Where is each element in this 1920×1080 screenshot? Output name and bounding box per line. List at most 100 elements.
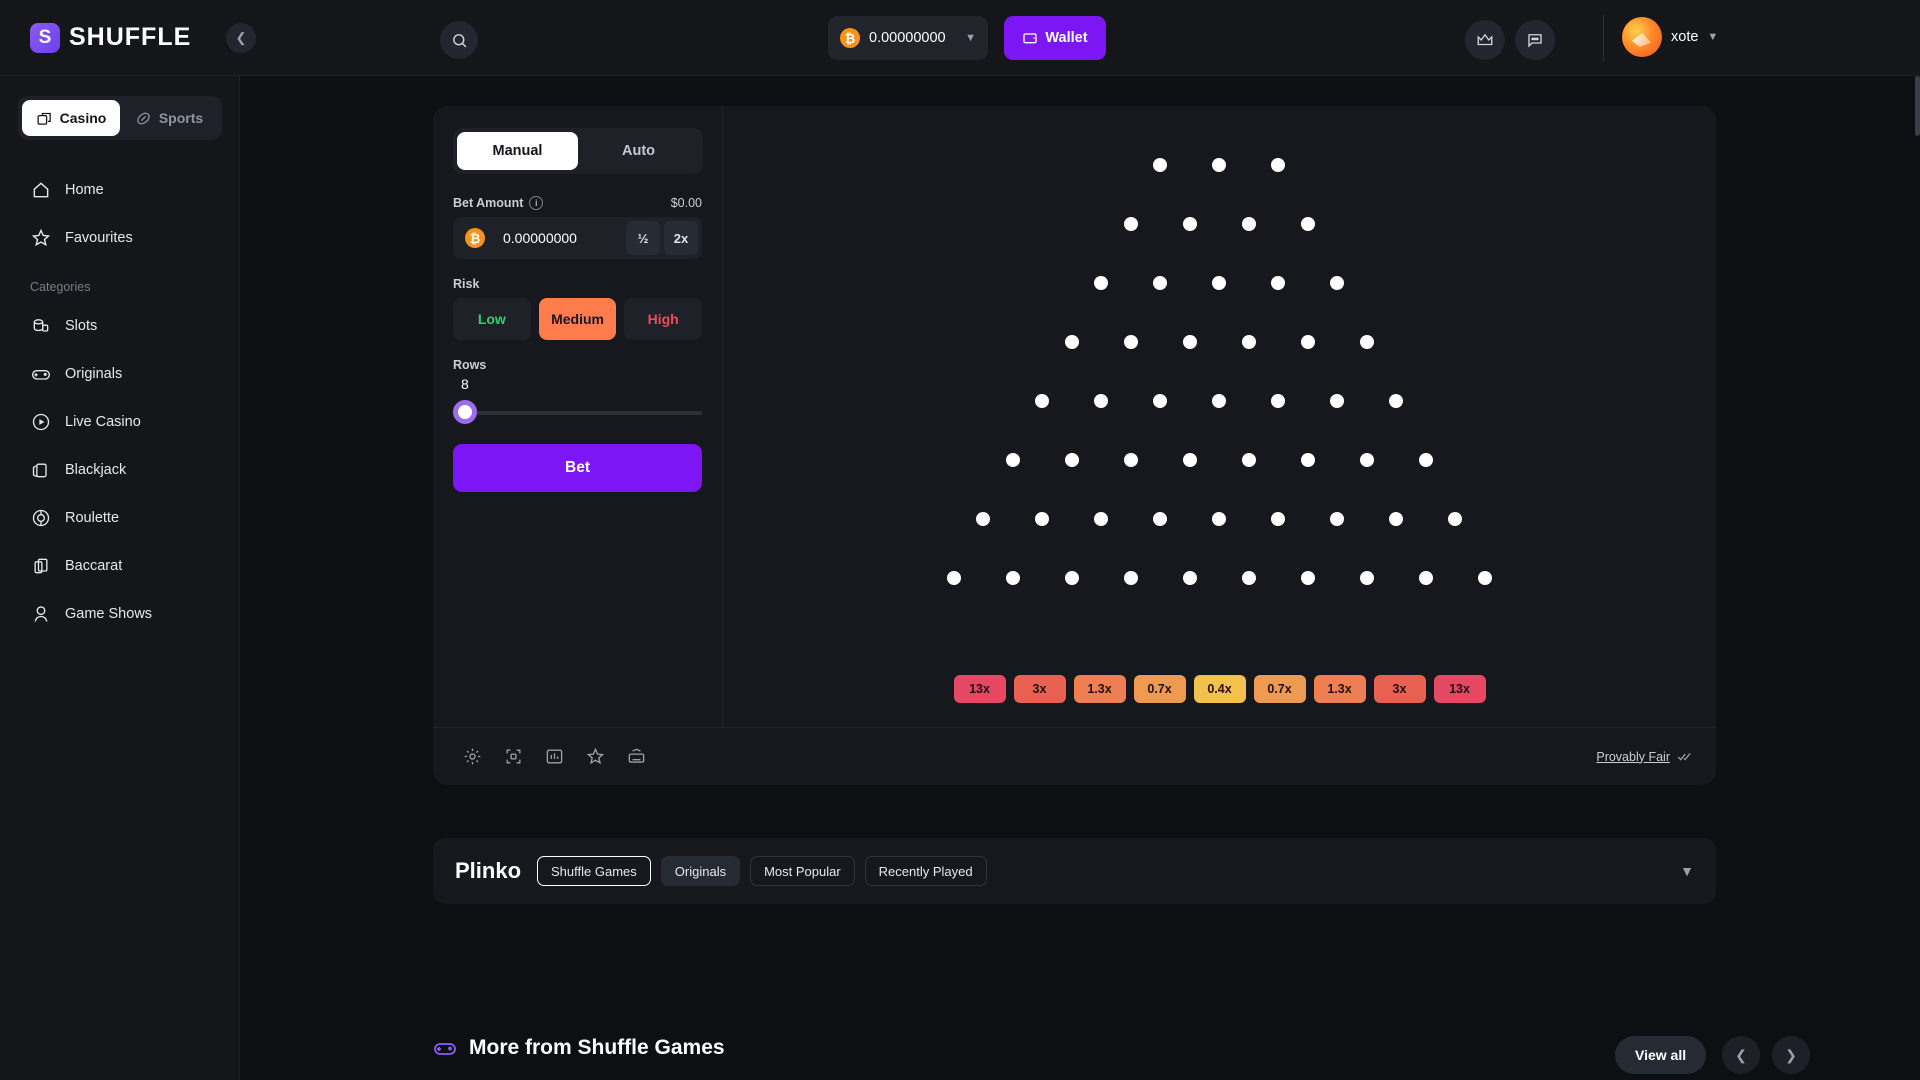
vip-crown-button[interactable] [1465, 20, 1505, 60]
section-title: More from Shuffle Games [469, 1036, 725, 1060]
host-icon [30, 604, 51, 625]
page-scrollbar[interactable] [1915, 76, 1920, 136]
sidebar-item-baccarat[interactable]: Baccarat [18, 542, 221, 590]
multiplier-bucket[interactable]: 1.3x [1314, 675, 1366, 703]
sidebar-item-live-casino[interactable]: Live Casino [18, 398, 221, 446]
risk-low-button[interactable]: Low [453, 298, 531, 340]
tab-auto[interactable]: Auto [578, 132, 699, 170]
view-all-button[interactable]: View all [1615, 1036, 1706, 1074]
bet-amount-text: Bet Amount [453, 196, 523, 210]
info-icon[interactable]: i [529, 196, 543, 210]
gear-icon[interactable] [463, 747, 482, 766]
provably-fair-label: Provably Fair [1596, 750, 1670, 764]
sidebar-item-label: Slots [65, 318, 97, 334]
peg [1035, 394, 1049, 408]
chat-button[interactable] [1515, 20, 1555, 60]
fullscreen-icon[interactable] [504, 747, 523, 766]
chevron-down-icon[interactable]: ▼ [1680, 863, 1694, 879]
casino-sports-toggle: Casino Sports [18, 96, 222, 140]
peg [1419, 571, 1433, 585]
sidebar-item-label: Game Shows [65, 606, 152, 622]
bitcoin-icon: ₿ [840, 28, 860, 48]
search-icon [451, 32, 468, 49]
sports-label: Sports [159, 110, 203, 126]
sidebar-item-sports[interactable]: Sports [120, 100, 218, 136]
balance-selector[interactable]: ₿ 0.00000000 ▼ [828, 16, 988, 60]
user-menu[interactable]: xote ▼ [1622, 17, 1718, 57]
search-button[interactable] [440, 21, 478, 59]
sidebar-collapse-button[interactable]: ❮ [226, 23, 256, 53]
tag-recently-played[interactable]: Recently Played [865, 856, 987, 886]
multiplier-bucket[interactable]: 3x [1374, 675, 1426, 703]
peg [1124, 335, 1138, 349]
bet-amount-input[interactable]: 0.00000000 [503, 230, 622, 246]
sidebar-item-blackjack[interactable]: Blackjack [18, 446, 221, 494]
peg [1006, 453, 1020, 467]
peg [1065, 571, 1079, 585]
dice-icon [36, 110, 53, 127]
peg [1183, 571, 1197, 585]
game-body: Manual Auto Bet Amount i $0.00 ₿ 0.00000… [433, 106, 1716, 727]
peg [1094, 394, 1108, 408]
sidebar-item-casino[interactable]: Casino [22, 100, 120, 136]
carousel-next-button[interactable]: ❯ [1772, 1036, 1810, 1074]
chevron-down-icon: ▼ [965, 32, 976, 44]
sidebar-item-favourites[interactable]: Favourites [18, 214, 221, 262]
sidebar-item-label: Home [65, 182, 104, 198]
tag-most-popular[interactable]: Most Popular [750, 856, 855, 886]
multiplier-bucket[interactable]: 3x [1014, 675, 1066, 703]
chevron-down-icon: ▼ [1707, 31, 1718, 43]
bet-amount-input-group: ₿ 0.00000000 ½ 2x [453, 217, 702, 259]
peg [1124, 217, 1138, 231]
peg [1301, 217, 1315, 231]
logo[interactable]: S SHUFFLE [0, 0, 240, 76]
manual-auto-tabs: Manual Auto [453, 128, 703, 174]
gamepad-icon [30, 364, 51, 385]
tag-shuffle-games[interactable]: Shuffle Games [537, 856, 651, 886]
multiplier-bucket[interactable]: 0.7x [1134, 675, 1186, 703]
sidebar-item-slots[interactable]: Slots [18, 302, 221, 350]
provably-fair-link[interactable]: Provably Fair [1596, 749, 1692, 764]
half-bet-button[interactable]: ½ [626, 221, 660, 255]
risk-medium-button[interactable]: Medium [539, 298, 617, 340]
sidebar-item-originals[interactable]: Originals [18, 350, 221, 398]
peg [1242, 571, 1256, 585]
risk-high-button[interactable]: High [624, 298, 702, 340]
peg [1153, 276, 1167, 290]
multiplier-bucket[interactable]: 0.4x [1194, 675, 1246, 703]
double-bet-button[interactable]: 2x [664, 221, 698, 255]
tab-manual[interactable]: Manual [457, 132, 578, 170]
sidebar-item-label: Baccarat [65, 558, 122, 574]
peg [1301, 571, 1315, 585]
plinko-board: 13x 3x 1.3x 0.7x 0.4x 0.7x 1.3x 3x 13x [723, 106, 1716, 727]
peg [1153, 158, 1167, 172]
tag-originals[interactable]: Originals [661, 856, 740, 886]
keyboard-icon[interactable] [627, 747, 646, 766]
sidebar-item-roulette[interactable]: Roulette [18, 494, 221, 542]
peg [1212, 276, 1226, 290]
peg [1183, 335, 1197, 349]
play-circle-icon [30, 412, 51, 433]
multiplier-bucket[interactable]: 13x [954, 675, 1006, 703]
sidebar-item-game-shows[interactable]: Game Shows [18, 590, 221, 638]
home-icon [30, 180, 51, 201]
rows-slider[interactable] [453, 400, 702, 424]
peg [1301, 453, 1315, 467]
peg [1094, 276, 1108, 290]
peg [976, 512, 990, 526]
sidebar: Casino Sports Home Favourites Categories… [0, 76, 240, 1080]
wallet-button[interactable]: Wallet [1004, 16, 1106, 60]
carousel-prev-button[interactable]: ❮ [1722, 1036, 1760, 1074]
rows-value: 8 [461, 376, 702, 392]
slider-handle[interactable] [453, 400, 477, 424]
sidebar-item-home[interactable]: Home [18, 166, 221, 214]
multiplier-bucket[interactable]: 0.7x [1254, 675, 1306, 703]
multiplier-bucket[interactable]: 1.3x [1074, 675, 1126, 703]
bet-amount-label: Bet Amount i [453, 196, 543, 210]
stats-icon[interactable] [545, 747, 564, 766]
multiplier-bucket[interactable]: 13x [1434, 675, 1486, 703]
peg [1301, 335, 1315, 349]
bet-button[interactable]: Bet [453, 444, 702, 492]
star-icon[interactable] [586, 747, 605, 766]
bet-amount-header: Bet Amount i $0.00 [453, 196, 702, 210]
